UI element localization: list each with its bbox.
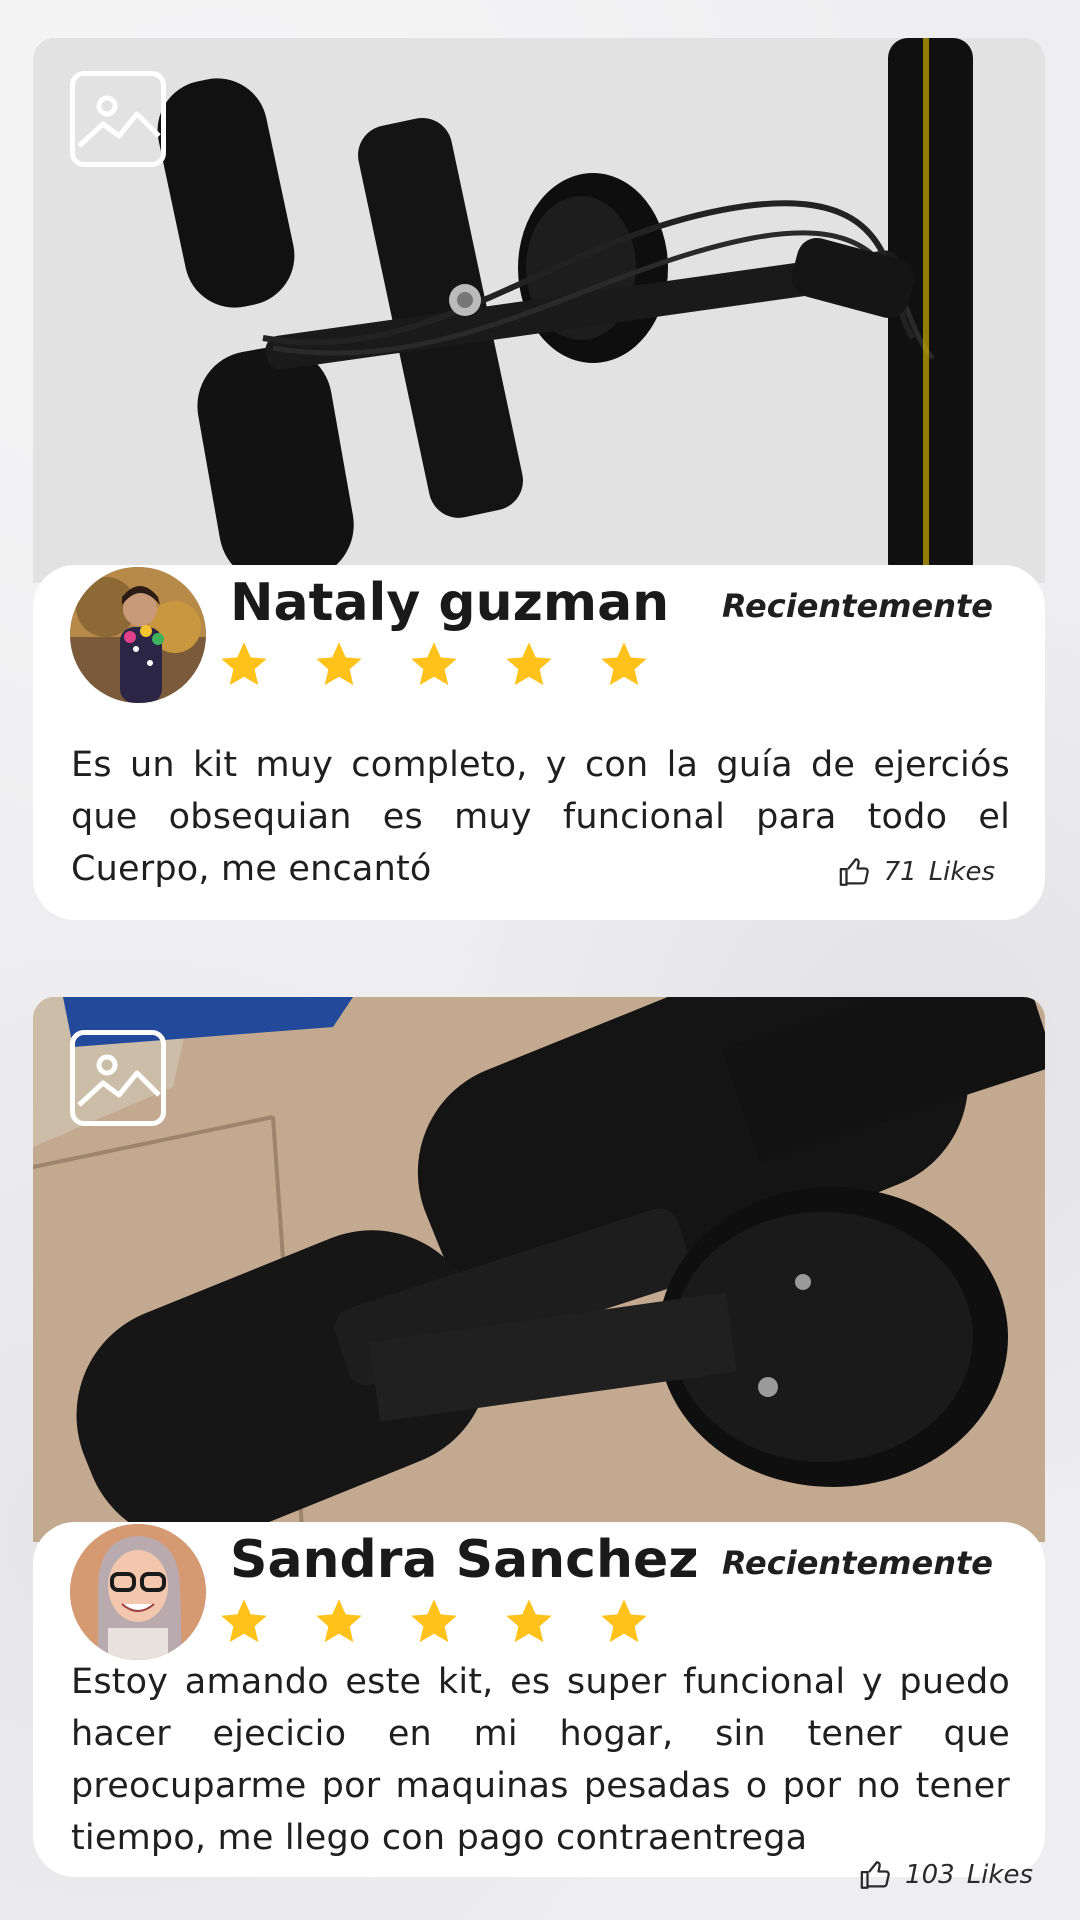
likes-label: Likes [928, 857, 995, 887]
reviewer-name: Nataly guzman [230, 573, 670, 633]
star-icon [221, 1599, 267, 1643]
review-card-1: Nataly guzman Recientemente Es un kit mu… [33, 38, 1045, 920]
review-text: Estoy amando este kit, es super funciona… [71, 1662, 1010, 1858]
star-icon [316, 1599, 362, 1643]
star-icon [601, 1599, 647, 1643]
likes-label: Likes [966, 1860, 1033, 1890]
star-icon [411, 1599, 457, 1643]
star-icon [316, 642, 362, 686]
star-icon [506, 1599, 552, 1643]
review-body-1: Nataly guzman Recientemente Es un kit mu… [33, 565, 1045, 920]
reviewer-name: Sandra Sanchez [230, 1530, 699, 1590]
review-date: Recientemente [722, 1544, 993, 1582]
review-card-2: Sandra Sanchez Recientemente Estoy amand… [33, 997, 1045, 1890]
star-icon [221, 642, 267, 686]
thumbs-up-icon [860, 1861, 890, 1889]
review-date: Recientemente [722, 587, 993, 625]
star-icon [411, 642, 457, 686]
likes-count: 71 [883, 857, 917, 887]
image-icon [70, 1030, 166, 1126]
avatar [70, 1524, 206, 1660]
avatar [70, 567, 206, 703]
star-icon [601, 642, 647, 686]
review-body-2: Sandra Sanchez Recientemente Estoy amand… [33, 1522, 1045, 1890]
like-button[interactable]: 103 Likes [859, 1858, 1033, 1892]
review-photo-1[interactable] [33, 38, 1045, 583]
image-icon [70, 71, 166, 167]
star-icon [506, 642, 552, 686]
thumbs-up-icon [839, 858, 869, 886]
like-button[interactable]: 71 Likes [838, 855, 995, 889]
likes-count: 103 [905, 1860, 955, 1890]
review-photo-2[interactable] [33, 997, 1045, 1542]
product-photo-equipment [33, 38, 1045, 583]
product-photo-equipment [33, 997, 1045, 1542]
